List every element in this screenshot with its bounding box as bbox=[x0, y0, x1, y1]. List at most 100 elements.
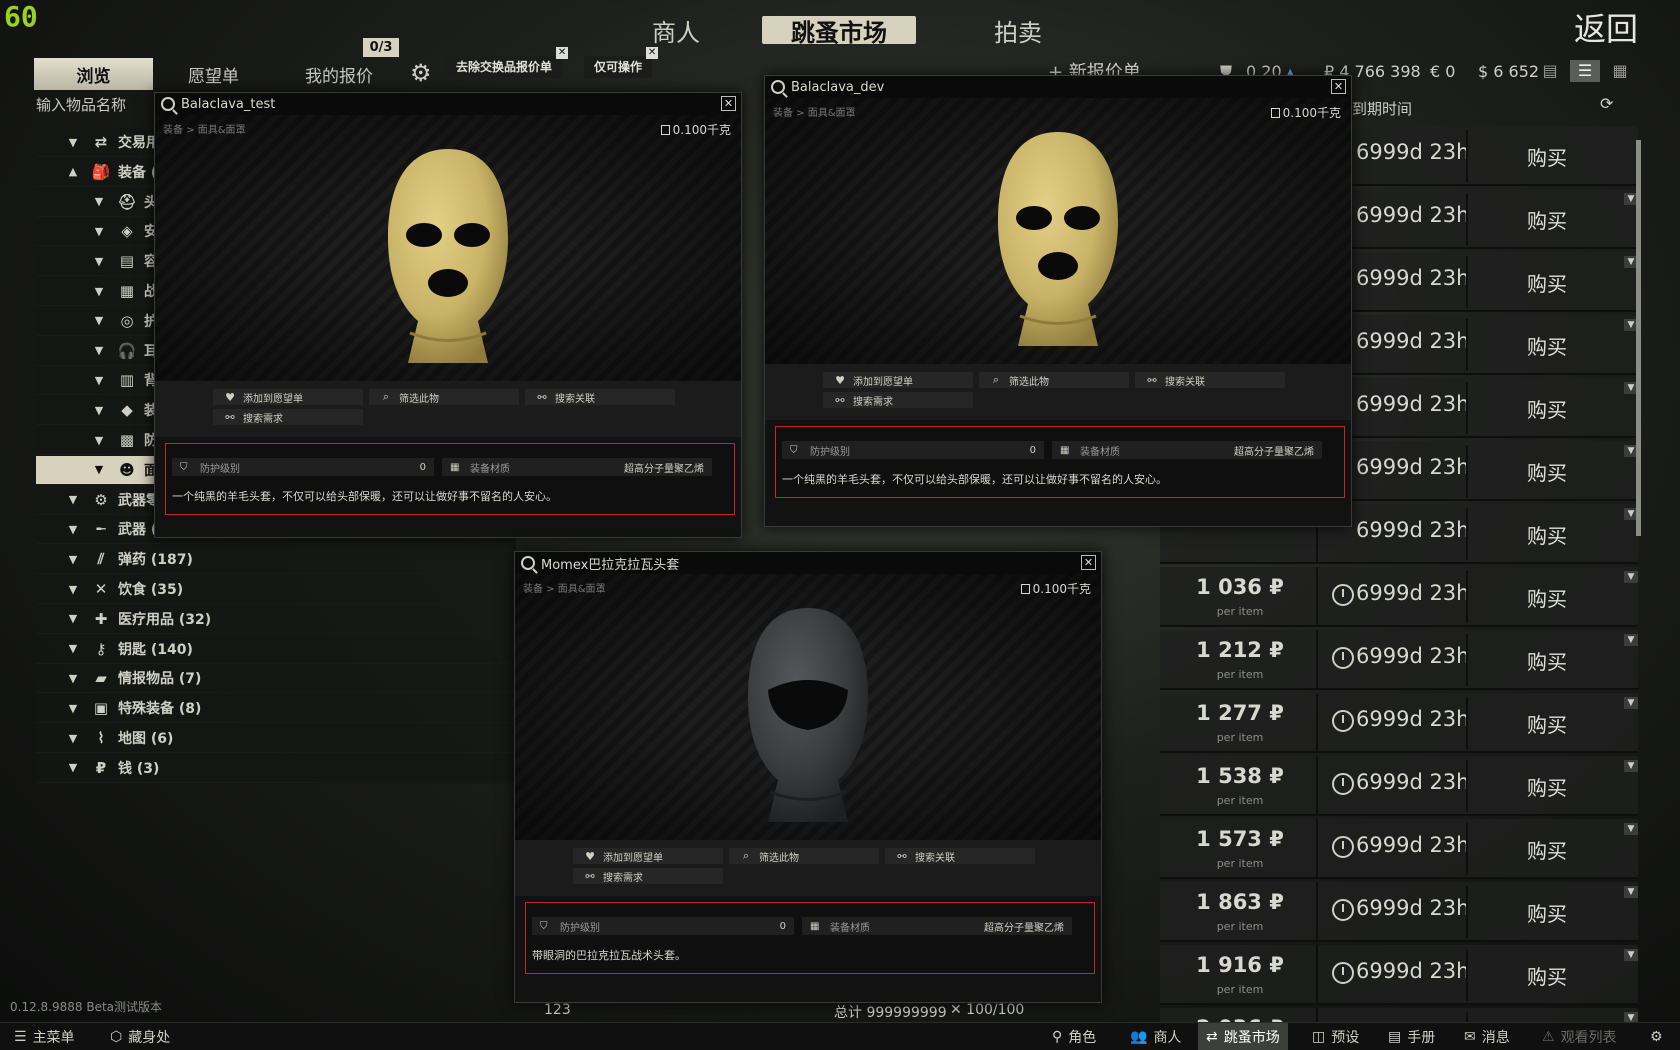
buy-button[interactable]: 购买 bbox=[1466, 571, 1626, 623]
filter-item-button[interactable]: ⌕ 筛选此物 bbox=[979, 372, 1129, 388]
tree-item[interactable]: ▼ ▰ 情报物品 (7) bbox=[36, 664, 516, 694]
chevron-down-icon[interactable]: ▼ bbox=[1624, 760, 1638, 772]
filter-remove-barter[interactable]: 去除交换品报价单 ✕ bbox=[446, 47, 569, 78]
chevron-down-icon[interactable]: ▼ bbox=[66, 553, 80, 566]
tree-item[interactable]: ▼ ✕ 饮食 (35) bbox=[36, 575, 516, 604]
buy-button[interactable]: 购买 bbox=[1466, 760, 1626, 812]
search-required-button[interactable]: ⚯ 搜索需求 bbox=[213, 409, 363, 425]
messages-button[interactable]: ✉ 消息 bbox=[1456, 1023, 1518, 1050]
watchlist-button[interactable]: ⚠ 观看列表 bbox=[1534, 1023, 1625, 1050]
close-icon[interactable]: ✕ bbox=[1081, 555, 1096, 570]
add-to-wishlist-button[interactable]: ♥ 添加到愿望单 bbox=[823, 372, 973, 388]
buy-button[interactable]: 购买 bbox=[1466, 823, 1626, 875]
tree-item[interactable]: ▼ ⌇ 地图 (6) bbox=[36, 724, 516, 753]
search-input[interactable] bbox=[36, 92, 156, 118]
chevron-down-icon[interactable]: ▼ bbox=[1624, 886, 1638, 898]
tab-my-offers[interactable]: 我的报价 bbox=[305, 62, 373, 87]
chevron-down-icon[interactable]: ▼ bbox=[92, 434, 106, 447]
buy-button[interactable]: 购买 bbox=[1466, 319, 1626, 371]
chevron-down-icon[interactable]: ▼ bbox=[66, 493, 80, 506]
settings-gear-icon[interactable]: ⚙ bbox=[1642, 1023, 1671, 1050]
close-icon[interactable]: ✕ bbox=[556, 47, 569, 59]
chevron-down-icon[interactable]: ▼ bbox=[66, 702, 80, 715]
traders-button[interactable]: 👥 商人 bbox=[1122, 1023, 1189, 1050]
search-required-button[interactable]: ⚯ 搜索需求 bbox=[573, 868, 723, 884]
search-linked-button[interactable]: ⚯ 搜索关联 bbox=[1135, 372, 1285, 388]
view-grid-small-icon[interactable]: ▤ bbox=[1535, 60, 1565, 82]
chevron-down-icon[interactable]: ▼ bbox=[66, 642, 80, 655]
view-list-icon[interactable]: ☰ bbox=[1570, 60, 1600, 82]
buy-button[interactable]: 购买 bbox=[1466, 508, 1626, 560]
chevron-down-icon[interactable]: ▼ bbox=[66, 523, 80, 536]
chevron-down-icon[interactable]: ▼ bbox=[92, 195, 106, 208]
search-linked-button[interactable]: ⚯ 搜索关联 bbox=[885, 848, 1035, 864]
chevron-down-icon[interactable]: ▼ bbox=[66, 732, 80, 745]
view-grid-icon[interactable]: ▦ bbox=[1605, 60, 1635, 82]
chevron-down-icon[interactable]: ▼ bbox=[92, 463, 106, 476]
chevron-down-icon[interactable]: ▼ bbox=[66, 672, 80, 685]
item-inspect-window[interactable]: Balaclava_dev ✕ 装备 > 面具&面罩 0.100千克 ♥ 添加到愿望单 ⌕ 筛… bbox=[764, 75, 1352, 527]
tree-item[interactable]: ▼ ⚷ 钥匙 (140) bbox=[36, 635, 516, 664]
hideout-button[interactable]: ⬡ 藏身处 bbox=[102, 1023, 178, 1050]
tree-item[interactable]: ▼ ⫽ 弹药 (187) bbox=[36, 545, 516, 575]
chevron-down-icon[interactable]: ▼ bbox=[92, 255, 106, 268]
add-to-wishlist-button[interactable]: ♥ 添加到愿望单 bbox=[573, 848, 723, 864]
offer-list-scrollbar[interactable] bbox=[1636, 140, 1641, 536]
tree-item[interactable]: ▼ ✚ 医疗用品 (32) bbox=[36, 605, 516, 634]
item-inspect-window[interactable]: Balaclava_test ✕ 装备 > 面具&面罩 0.100千克 ♥ 添加到愿望单 ⌕… bbox=[154, 92, 742, 538]
search-required-button[interactable]: ⚯ 搜索需求 bbox=[823, 392, 973, 408]
chevron-down-icon[interactable]: ▼ bbox=[66, 612, 80, 625]
close-icon[interactable]: ✕ bbox=[646, 47, 659, 59]
chevron-down-icon[interactable]: ▼ bbox=[1624, 571, 1638, 583]
chevron-down-icon[interactable]: ▼ bbox=[1624, 634, 1638, 646]
chevron-down-icon[interactable]: ▼ bbox=[1624, 823, 1638, 835]
chevron-up-icon[interactable]: ▲ bbox=[66, 165, 80, 178]
window-title-bar[interactable]: Balaclava_dev ✕ bbox=[765, 76, 1351, 98]
chevron-down-icon[interactable]: ▼ bbox=[92, 285, 106, 298]
flea-market-button[interactable]: ⇄ 跳蚤市场 bbox=[1198, 1023, 1288, 1050]
filter-item-button[interactable]: ⌕ 筛选此物 bbox=[369, 389, 519, 405]
close-icon[interactable]: ✕ bbox=[721, 96, 736, 111]
buy-button[interactable]: 购买 bbox=[1466, 256, 1626, 308]
filter-item-button[interactable]: ⌕ 筛选此物 bbox=[729, 848, 879, 864]
tree-item[interactable]: ▼ ₽ 钱 (3) bbox=[36, 754, 516, 783]
back-button[interactable]: 返回 bbox=[1574, 4, 1638, 50]
buy-button[interactable]: 购买 bbox=[1466, 445, 1626, 497]
gear-icon[interactable]: ⚙ bbox=[410, 61, 434, 85]
chevron-down-icon[interactable]: ▼ bbox=[66, 136, 80, 149]
add-to-wishlist-button[interactable]: ♥ 添加到愿望单 bbox=[213, 389, 363, 405]
window-title-bar[interactable]: Momex巴拉克拉瓦头套 ✕ bbox=[515, 552, 1101, 574]
chevron-down-icon[interactable]: ▼ bbox=[92, 344, 106, 357]
main-menu-button[interactable]: ☰ 主菜单 bbox=[6, 1023, 83, 1050]
expiry-column-header[interactable]: 到期时间 bbox=[1352, 98, 1412, 119]
chevron-down-icon[interactable]: ▼ bbox=[66, 761, 80, 774]
close-icon[interactable]: ✕ bbox=[1331, 79, 1346, 94]
chevron-down-icon[interactable]: ▼ bbox=[92, 225, 106, 238]
handbook-button[interactable]: ▤ 手册 bbox=[1380, 1023, 1443, 1050]
window-title-bar[interactable]: Balaclava_test ✕ bbox=[155, 93, 741, 115]
character-button[interactable]: ⚲ 角色 bbox=[1044, 1023, 1104, 1050]
search-linked-button[interactable]: ⚯ 搜索关联 bbox=[525, 389, 675, 405]
chevron-down-icon[interactable]: ▼ bbox=[1624, 697, 1638, 709]
nav-auction[interactable]: 拍卖 bbox=[968, 10, 1068, 50]
chevron-down-icon[interactable]: ▼ bbox=[66, 583, 80, 596]
presets-button[interactable]: ◫ 预设 bbox=[1304, 1023, 1367, 1050]
refresh-icon[interactable]: ⟳ bbox=[1600, 94, 1613, 113]
buy-button[interactable]: 购买 bbox=[1466, 193, 1626, 245]
chevron-down-icon[interactable]: ▼ bbox=[92, 374, 106, 387]
item-inspect-window[interactable]: Momex巴拉克拉瓦头套 ✕ 装备 > 面具&面罩 0.100千克 ♥ 添加到愿望单 ⌕ 筛选… bbox=[514, 551, 1102, 1003]
buy-button[interactable]: 购买 bbox=[1466, 130, 1626, 182]
nav-traders[interactable]: 商人 bbox=[626, 10, 726, 50]
chevron-down-icon[interactable]: ▼ bbox=[92, 404, 106, 417]
buy-button[interactable]: 购买 bbox=[1466, 697, 1626, 749]
buy-button[interactable]: 购买 bbox=[1466, 634, 1626, 686]
chevron-down-icon[interactable]: ▼ bbox=[1624, 949, 1638, 961]
buy-button[interactable]: 购买 bbox=[1466, 382, 1626, 434]
tab-browse[interactable]: 浏览 bbox=[34, 58, 153, 90]
filter-only-functional[interactable]: 仅可操作 ✕ bbox=[584, 47, 659, 78]
buy-button[interactable]: 购买 bbox=[1466, 949, 1626, 1001]
buy-button[interactable]: 购买 bbox=[1466, 886, 1626, 938]
chevron-down-icon[interactable]: ▼ bbox=[92, 314, 106, 327]
nav-flea-market[interactable]: 跳蚤市场 bbox=[762, 16, 916, 47]
tab-wishlist[interactable]: 愿望单 bbox=[188, 62, 239, 87]
